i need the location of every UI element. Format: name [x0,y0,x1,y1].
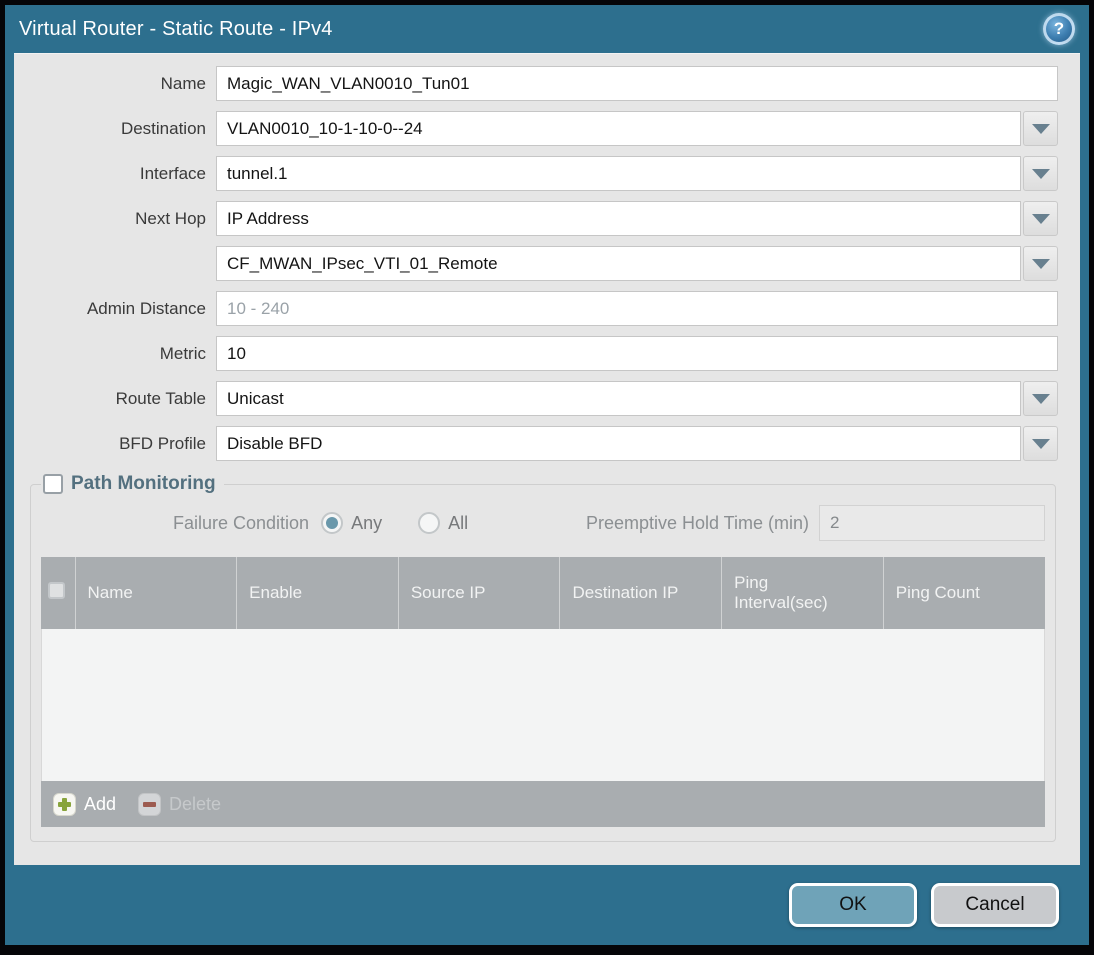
path-monitoring-table: Name Enable Source IP Destination IP Pin… [41,557,1045,629]
radio-any-label: Any [351,512,383,533]
path-monitoring-section: Path Monitoring Failure Condition Any Al… [30,473,1056,842]
table-header-checkbox-cell [41,557,76,629]
bfd-profile-dropdown-button[interactable] [1023,426,1058,461]
failure-condition-row: Failure Condition Any All Preemptive Hol… [41,505,1045,541]
dialog-title: Virtual Router - Static Route - IPv4 [19,17,333,40]
preemptive-hold-time-input[interactable] [819,505,1045,541]
route-table-label: Route Table [115,388,206,408]
next-hop-dropdown-button[interactable] [1023,201,1058,236]
name-label: Name [160,73,206,93]
field-row-name: Name [26,66,1058,101]
field-row-destination: Destination [26,111,1058,146]
failure-condition-option-any[interactable]: Any [321,512,382,534]
select-all-checkbox[interactable] [48,582,65,599]
radio-any[interactable] [321,512,344,534]
column-header-ping-interval: Ping Interval(sec) [721,557,884,629]
next-hop-address-input[interactable] [216,246,1021,281]
path-monitoring-checkbox[interactable] [43,474,63,494]
bfd-profile-label: BFD Profile [119,433,206,453]
radio-all[interactable] [418,512,441,534]
column-header-destination-ip: Destination IP [559,557,723,629]
path-monitoring-legend: Path Monitoring [41,473,224,495]
field-row-bfd-profile: BFD Profile [26,426,1058,461]
admin-distance-label: Admin Distance [86,298,206,318]
dialog-footer: OK Cancel [5,865,1089,945]
static-route-dialog: Virtual Router - Static Route - IPv4 ? N… [0,0,1094,955]
bfd-profile-input[interactable] [216,426,1021,461]
column-header-ping-count: Ping Count [883,557,1045,629]
column-header-name: Name [75,557,238,629]
radio-all-label: All [448,512,469,533]
route-table-input[interactable] [216,381,1021,416]
path-monitoring-title: Path Monitoring [71,473,216,494]
next-hop-type-input[interactable] [216,201,1021,236]
radio-dot [326,517,339,529]
column-header-source-ip: Source IP [398,557,561,629]
route-table-dropdown-button[interactable] [1023,381,1058,416]
add-button-label: Add [84,793,117,814]
help-icon-glyph: ? [1053,19,1065,38]
field-row-interface: Interface [26,156,1058,191]
destination-input[interactable] [216,111,1021,146]
column-header-enable: Enable [236,557,399,629]
interface-input[interactable] [216,156,1021,191]
add-button[interactable]: Add [53,792,117,816]
chevron-down-icon [1031,123,1050,134]
destination-label: Destination [120,118,206,138]
minus-icon [138,792,162,816]
dialog-titlebar: Virtual Router - Static Route - IPv4 ? [5,5,1089,53]
next-hop-label: Next Hop [135,208,206,228]
field-row-admin-distance: Admin Distance [26,291,1058,326]
failure-condition-option-all[interactable]: All [418,512,468,534]
field-row-next-hop-address [26,246,1058,281]
admin-distance-input[interactable] [216,291,1058,326]
failure-condition-label: Failure Condition [173,512,310,533]
chevron-down-icon [1031,438,1050,449]
delete-button[interactable]: Delete [138,792,222,816]
cancel-button[interactable]: Cancel [931,883,1059,927]
next-hop-address-dropdown-button[interactable] [1023,246,1058,281]
chevron-down-icon [1031,213,1050,224]
table-empty-body [41,629,1045,781]
field-row-next-hop: Next Hop [26,201,1058,236]
field-row-route-table: Route Table [26,381,1058,416]
chevron-down-icon [1031,393,1050,404]
metric-label: Metric [159,343,206,363]
delete-button-label: Delete [169,793,222,814]
interface-label: Interface [139,163,206,183]
dialog-content: Name Destination Interface Next Hop [14,53,1080,865]
chevron-down-icon [1031,168,1050,179]
table-footer: Add Delete [41,781,1045,827]
ok-button[interactable]: OK [789,883,917,927]
table-header-row: Name Enable Source IP Destination IP Pin… [41,557,1045,629]
chevron-down-icon [1031,258,1050,269]
metric-input[interactable] [216,336,1058,371]
field-row-metric: Metric [26,336,1058,371]
help-icon[interactable]: ? [1043,13,1075,45]
destination-dropdown-button[interactable] [1023,111,1058,146]
plus-icon [53,792,76,816]
preemptive-hold-time-label: Preemptive Hold Time (min) [585,512,809,533]
interface-dropdown-button[interactable] [1023,156,1058,191]
name-input[interactable] [216,66,1058,101]
